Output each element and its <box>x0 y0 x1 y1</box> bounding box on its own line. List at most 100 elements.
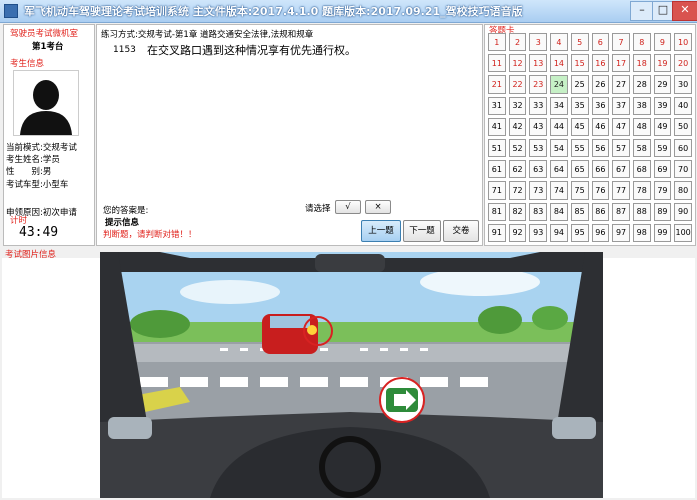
answer-card-cell[interactable]: 66 <box>591 160 610 179</box>
answer-card-cell[interactable]: 60 <box>674 139 692 158</box>
minimize-button[interactable]: – <box>630 1 654 21</box>
prev-question-button[interactable]: 上一题 <box>361 220 401 242</box>
answer-card-cell[interactable]: 81 <box>488 202 506 221</box>
answer-card-cell[interactable]: 40 <box>674 96 692 115</box>
answer-card-cell[interactable]: 77 <box>612 181 630 200</box>
answer-card-cell[interactable]: 78 <box>632 181 651 200</box>
answer-card-cell[interactable]: 22 <box>508 75 527 94</box>
answer-card-cell[interactable]: 99 <box>653 223 672 242</box>
answer-right-button[interactable]: √ <box>335 200 361 214</box>
answer-card-cell[interactable]: 55 <box>570 139 589 158</box>
answer-card-cell[interactable]: 1 <box>488 33 506 52</box>
answer-card-cell[interactable]: 48 <box>632 117 651 136</box>
answer-card-cell[interactable]: 80 <box>674 181 692 200</box>
answer-card-cell[interactable]: 82 <box>508 202 527 221</box>
answer-card-cell[interactable]: 54 <box>550 139 568 158</box>
answer-card-cell[interactable]: 29 <box>653 75 672 94</box>
answer-card-cell[interactable]: 33 <box>529 96 548 115</box>
answer-card-cell[interactable]: 49 <box>653 117 672 136</box>
answer-card-cell[interactable]: 51 <box>488 139 506 158</box>
answer-card-cell[interactable]: 26 <box>591 75 610 94</box>
answer-card-cell[interactable]: 76 <box>591 181 610 200</box>
answer-card-cell[interactable]: 86 <box>591 202 610 221</box>
answer-card-cell[interactable]: 95 <box>570 223 589 242</box>
answer-card-cell[interactable]: 90 <box>674 202 692 221</box>
answer-card-cell[interactable]: 6 <box>591 33 610 52</box>
answer-card-cell[interactable]: 34 <box>550 96 568 115</box>
answer-card-cell[interactable]: 52 <box>508 139 527 158</box>
answer-card-cell[interactable]: 12 <box>508 54 527 73</box>
answer-card-cell[interactable]: 84 <box>550 202 568 221</box>
answer-card-cell[interactable]: 97 <box>612 223 630 242</box>
answer-card-cell[interactable]: 64 <box>550 160 568 179</box>
answer-card-cell[interactable]: 20 <box>674 54 692 73</box>
answer-card-cell[interactable]: 67 <box>612 160 630 179</box>
answer-card-cell[interactable]: 11 <box>488 54 506 73</box>
answer-card-cell[interactable]: 96 <box>591 223 610 242</box>
answer-card-cell[interactable]: 53 <box>529 139 548 158</box>
answer-card-cell[interactable]: 57 <box>612 139 630 158</box>
answer-card-cell[interactable]: 27 <box>612 75 630 94</box>
next-question-button[interactable]: 下一题 <box>403 220 441 242</box>
answer-card-cell[interactable]: 83 <box>529 202 548 221</box>
answer-card-cell[interactable]: 98 <box>632 223 651 242</box>
answer-card-cell[interactable]: 31 <box>488 96 506 115</box>
answer-card-cell[interactable]: 93 <box>529 223 548 242</box>
answer-card-cell[interactable]: 19 <box>653 54 672 73</box>
answer-card-cell[interactable]: 14 <box>550 54 568 73</box>
answer-card-cell[interactable]: 46 <box>591 117 610 136</box>
answer-card-cell[interactable]: 92 <box>508 223 527 242</box>
answer-card-cell[interactable]: 71 <box>488 181 506 200</box>
answer-card-cell[interactable]: 2 <box>508 33 527 52</box>
answer-card-cell[interactable]: 61 <box>488 160 506 179</box>
answer-card-cell[interactable]: 21 <box>488 75 506 94</box>
answer-card-cell[interactable]: 32 <box>508 96 527 115</box>
answer-card-cell[interactable]: 5 <box>570 33 589 52</box>
close-button[interactable]: ✕ <box>672 1 697 21</box>
answer-card-cell[interactable]: 15 <box>570 54 589 73</box>
answer-card-cell[interactable]: 10 <box>674 33 692 52</box>
answer-card-cell[interactable]: 74 <box>550 181 568 200</box>
answer-card-cell[interactable]: 23 <box>529 75 548 94</box>
answer-card-cell[interactable]: 62 <box>508 160 527 179</box>
answer-card-cell[interactable]: 73 <box>529 181 548 200</box>
answer-card-cell[interactable]: 56 <box>591 139 610 158</box>
answer-card-cell[interactable]: 94 <box>550 223 568 242</box>
answer-card-cell[interactable]: 36 <box>591 96 610 115</box>
answer-card-cell[interactable]: 24 <box>550 75 568 94</box>
answer-card-cell[interactable]: 85 <box>570 202 589 221</box>
answer-card-cell[interactable]: 87 <box>612 202 630 221</box>
answer-card-cell[interactable]: 100 <box>674 223 692 242</box>
answer-card-cell[interactable]: 7 <box>612 33 630 52</box>
answer-card-cell[interactable]: 68 <box>632 160 651 179</box>
answer-card-cell[interactable]: 47 <box>612 117 630 136</box>
answer-card-cell[interactable]: 59 <box>653 139 672 158</box>
answer-card-cell[interactable]: 8 <box>632 33 651 52</box>
answer-card-cell[interactable]: 42 <box>508 117 527 136</box>
answer-card-cell[interactable]: 30 <box>674 75 692 94</box>
answer-card-cell[interactable]: 28 <box>632 75 651 94</box>
answer-card-cell[interactable]: 43 <box>529 117 548 136</box>
answer-card-cell[interactable]: 91 <box>488 223 506 242</box>
answer-card-cell[interactable]: 17 <box>612 54 630 73</box>
answer-card-cell[interactable]: 9 <box>653 33 672 52</box>
answer-card-cell[interactable]: 72 <box>508 181 527 200</box>
answer-card-cell[interactable]: 88 <box>632 202 651 221</box>
answer-card-cell[interactable]: 3 <box>529 33 548 52</box>
answer-card-cell[interactable]: 69 <box>653 160 672 179</box>
maximize-button[interactable]: □ <box>652 1 674 21</box>
answer-card-cell[interactable]: 39 <box>653 96 672 115</box>
answer-card-cell[interactable]: 44 <box>550 117 568 136</box>
answer-card-cell[interactable]: 4 <box>550 33 568 52</box>
answer-card-cell[interactable]: 65 <box>570 160 589 179</box>
submit-exam-button[interactable]: 交卷 <box>443 220 479 242</box>
answer-card-cell[interactable]: 75 <box>570 181 589 200</box>
answer-card-cell[interactable]: 38 <box>632 96 651 115</box>
answer-card-cell[interactable]: 18 <box>632 54 651 73</box>
answer-card-cell[interactable]: 63 <box>529 160 548 179</box>
answer-card-cell[interactable]: 70 <box>674 160 692 179</box>
answer-card-cell[interactable]: 25 <box>570 75 589 94</box>
answer-card-cell[interactable]: 35 <box>570 96 589 115</box>
answer-card-cell[interactable]: 13 <box>529 54 548 73</box>
answer-card-cell[interactable]: 79 <box>653 181 672 200</box>
